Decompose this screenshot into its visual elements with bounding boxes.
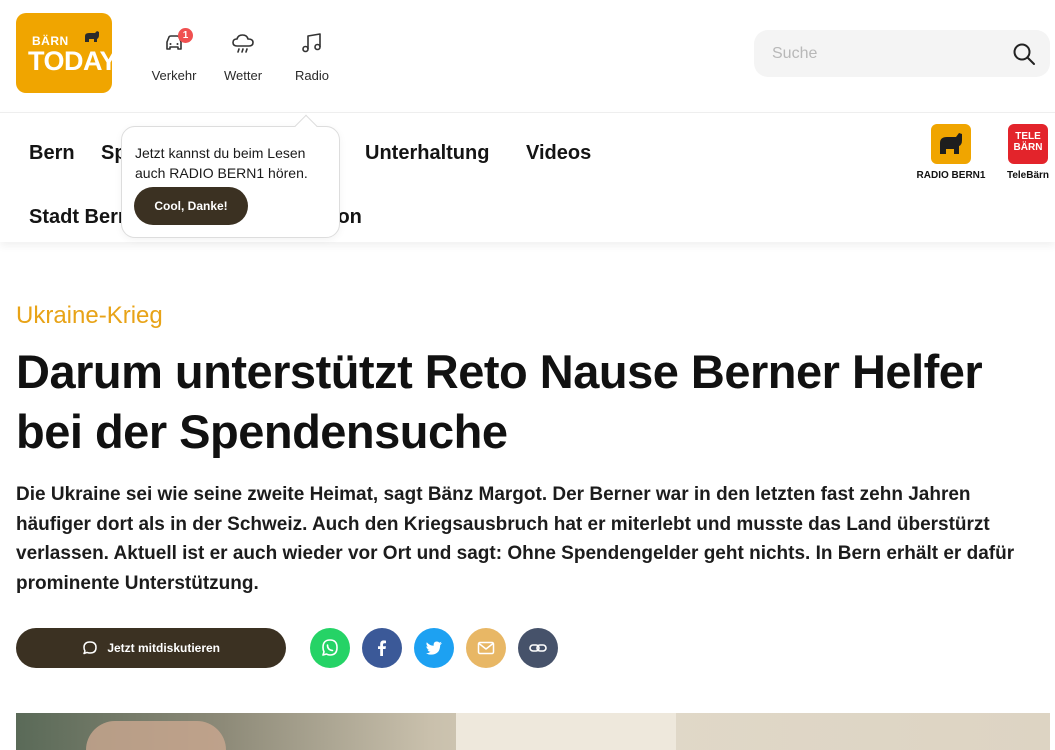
quicknav-label: Verkehr xyxy=(151,68,197,83)
radio-tooltip: Jetzt kannst du beim Lesen auch RADIO BE… xyxy=(121,114,340,238)
brand-label: RADIO BERN1 xyxy=(916,170,986,181)
quicknav-label: Radio xyxy=(295,68,329,83)
discuss-button[interactable]: Jetzt mitdiskutieren xyxy=(16,628,286,668)
article-hero-image xyxy=(16,713,1050,750)
quicknav-radio[interactable]: Radio xyxy=(282,30,342,83)
share-facebook-button[interactable] xyxy=(362,628,402,668)
share-twitter-button[interactable] xyxy=(414,628,454,668)
hero-image-detail xyxy=(86,721,226,750)
quicknav-wetter[interactable]: Wetter xyxy=(213,30,273,83)
article-lead: Die Ukraine sei wie seine zweite Heimat,… xyxy=(16,484,1015,594)
search-input[interactable] xyxy=(772,42,992,66)
mail-icon xyxy=(477,641,495,655)
twitter-icon xyxy=(426,641,442,655)
discuss-button-label: Jetzt mitdiskutieren xyxy=(107,641,221,655)
article-kicker[interactable]: Ukraine-Krieg xyxy=(16,302,163,330)
telebaern-tile-text-2: BÄRN xyxy=(1013,142,1043,153)
traffic-badge: 1 xyxy=(178,28,193,43)
telebaern-logo: TELE BÄRN xyxy=(1008,124,1048,164)
cloud-rain-icon xyxy=(230,30,256,56)
search-box xyxy=(754,30,1050,77)
quicknav-verkehr[interactable]: 1 Verkehr xyxy=(144,28,204,83)
car-icon: 1 xyxy=(161,28,193,56)
share-mail-button[interactable] xyxy=(466,628,506,668)
link-icon xyxy=(529,644,547,652)
article-headline: Darum unterstützt Reto Nause Berner Helf… xyxy=(16,345,983,458)
baern-today-logo[interactable]: BÄRN TODAY xyxy=(16,13,118,93)
facebook-icon xyxy=(378,640,386,656)
nav-link-bern[interactable]: Bern xyxy=(29,142,75,165)
quicknav-label: Wetter xyxy=(223,68,263,83)
search-icon[interactable] xyxy=(1012,42,1036,66)
brand-label: TeleBärn xyxy=(1006,170,1050,181)
nav-link-stadt-bern[interactable]: Stadt Bern xyxy=(29,206,130,229)
comment-icon xyxy=(83,641,97,655)
tooltip-text: Jetzt kannst du beim Lesen auch RADIO BE… xyxy=(135,145,308,181)
brand-telebaern[interactable]: TELE BÄRN TeleBärn xyxy=(1003,124,1053,181)
share-link-button[interactable] xyxy=(518,628,558,668)
top-bar: BÄRN TODAY 1 Verkehr Wetter Radio xyxy=(0,0,1055,112)
whatsapp-icon xyxy=(322,639,338,656)
telebaern-tile-text-1: TELE xyxy=(1015,131,1041,142)
brand-radio-bern1[interactable]: RADIO BERN1 xyxy=(916,124,986,181)
bear-icon xyxy=(85,31,99,42)
music-note-icon xyxy=(299,30,325,56)
hero-image-detail xyxy=(456,713,676,750)
logo-line-2: TODAY xyxy=(28,46,118,76)
nav-link-videos[interactable]: Videos xyxy=(526,142,591,165)
share-whatsapp-button[interactable] xyxy=(310,628,350,668)
tooltip-confirm-button[interactable]: Cool, Danke! xyxy=(134,187,248,225)
nav-link-unterhaltung[interactable]: Unterhaltung xyxy=(365,142,489,165)
radio-bern1-logo xyxy=(931,124,971,164)
